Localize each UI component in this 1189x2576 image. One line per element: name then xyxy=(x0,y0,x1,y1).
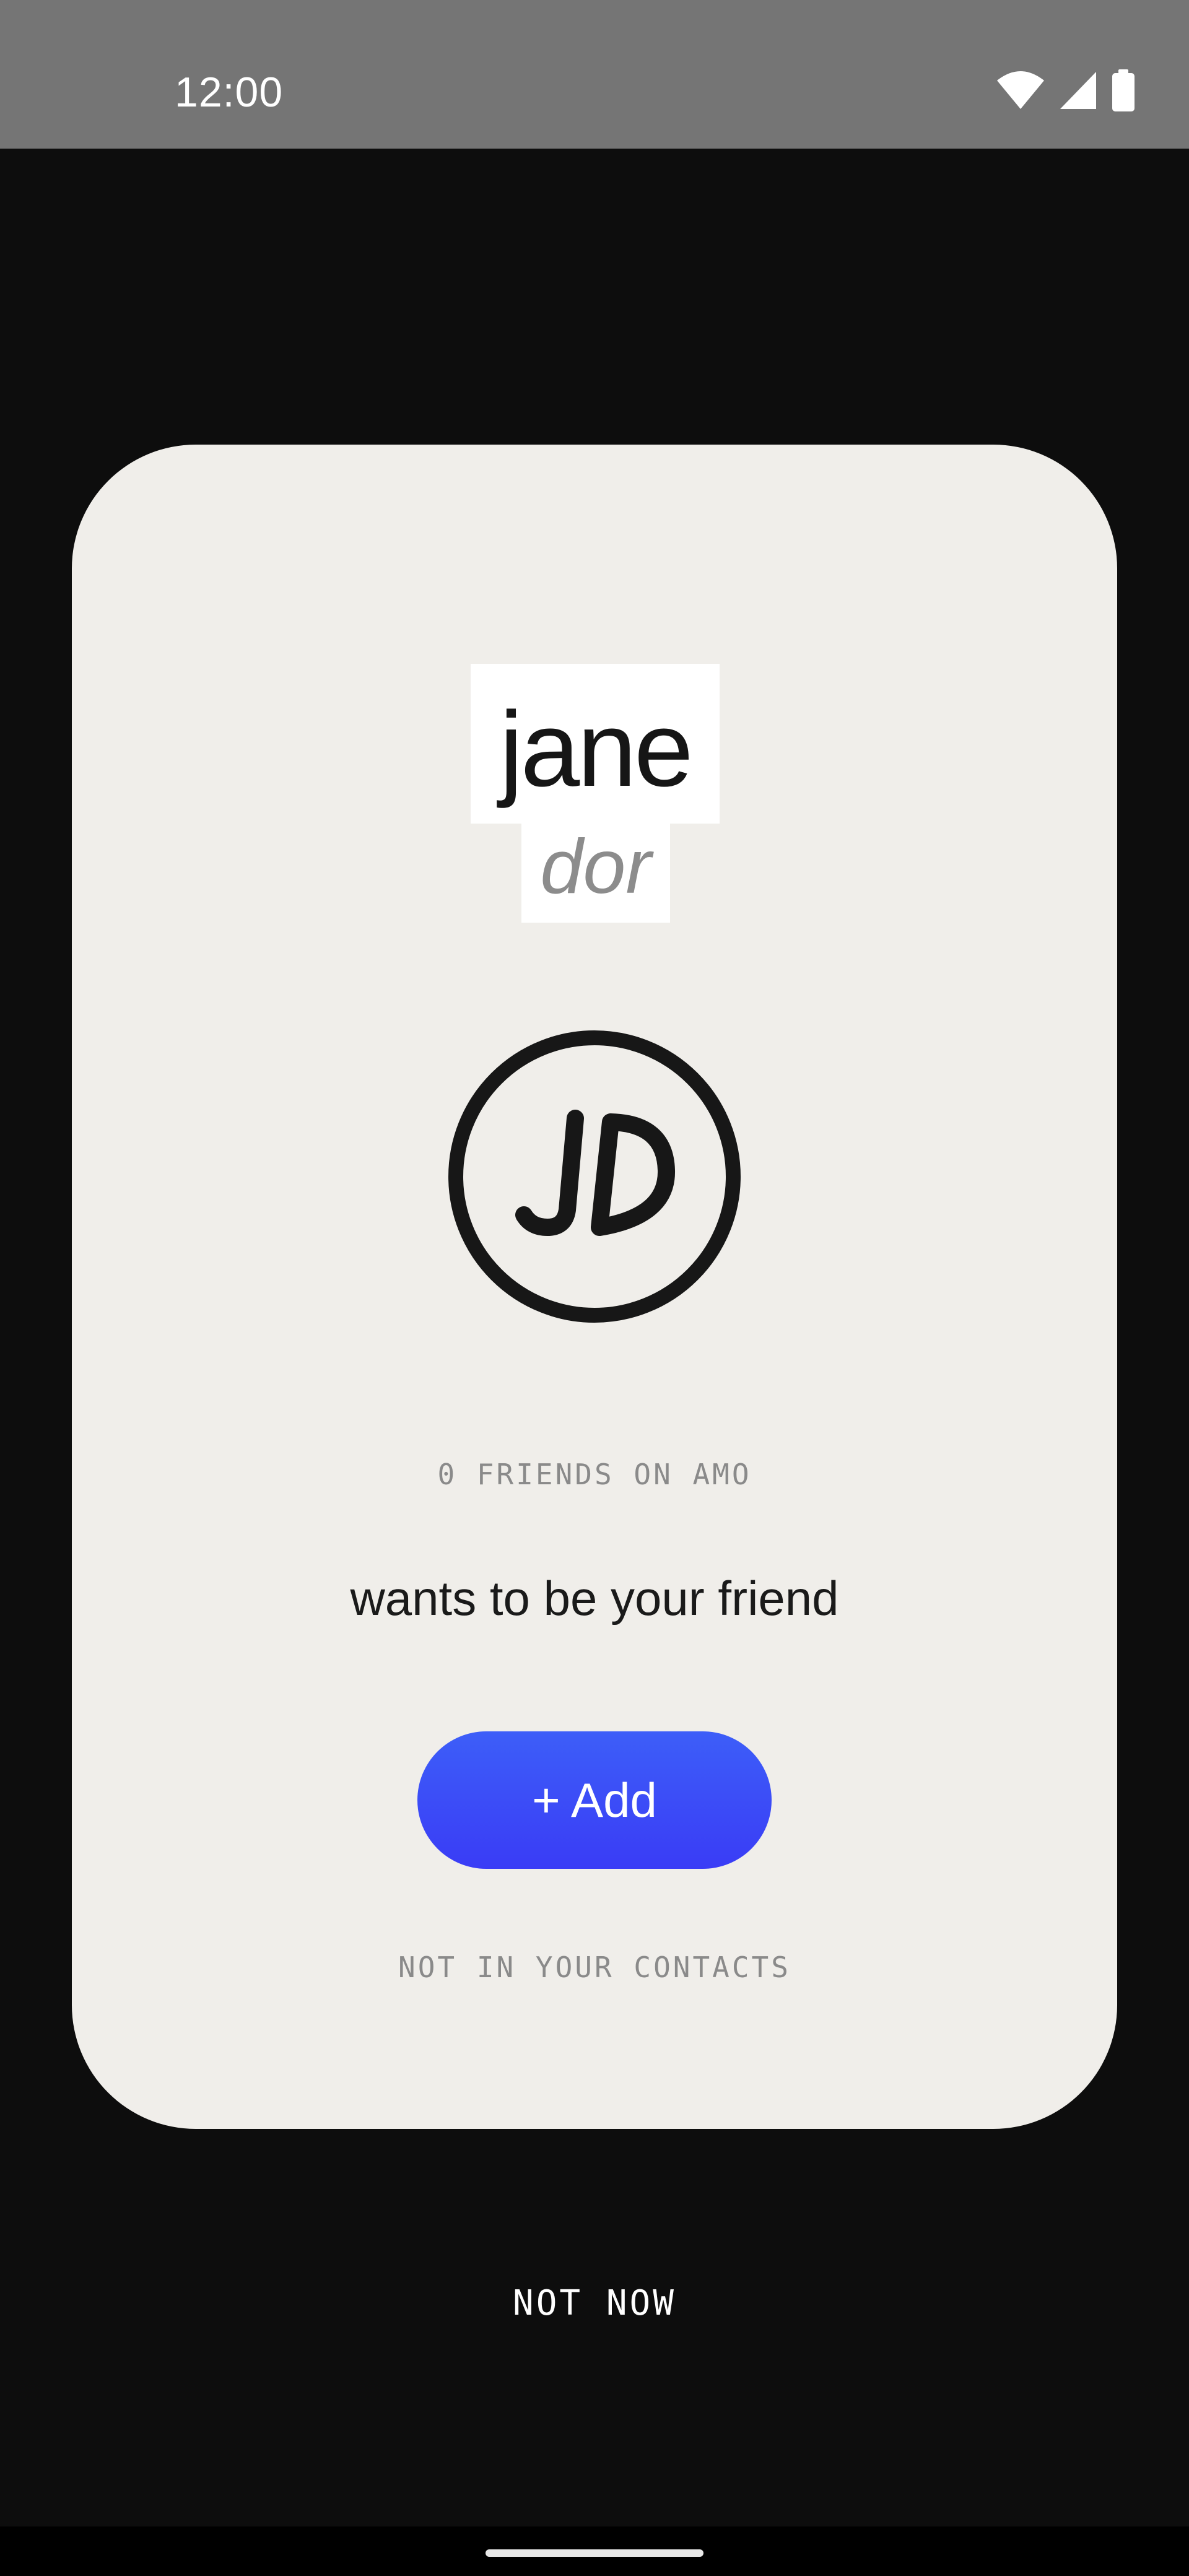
contacts-note: NOT IN YOUR CONTACTS xyxy=(398,1951,791,1984)
status-time: 12:00 xyxy=(175,69,284,116)
wifi-icon xyxy=(996,71,1045,110)
home-indicator[interactable] xyxy=(486,2549,703,2557)
friend-request-screen: 12:00 jane dor 0 FRIENDS ON AMO wants to… xyxy=(0,0,1189,2576)
add-friend-button[interactable]: + Add xyxy=(417,1731,772,1869)
not-now-button[interactable]: NOT NOW xyxy=(409,2266,780,2341)
first-name: jane xyxy=(499,690,693,809)
avatar-monogram-icon xyxy=(448,1030,741,1323)
status-bar: 12:00 xyxy=(0,0,1189,149)
friend-request-message: wants to be your friend xyxy=(350,1571,839,1625)
cellular-signal-icon xyxy=(1059,71,1097,110)
battery-icon xyxy=(1111,69,1136,111)
avatar xyxy=(448,1030,741,1323)
status-icons xyxy=(996,67,1136,114)
last-name: dor xyxy=(540,824,651,910)
friends-count: 0 FRIENDS ON AMO xyxy=(437,1458,752,1491)
